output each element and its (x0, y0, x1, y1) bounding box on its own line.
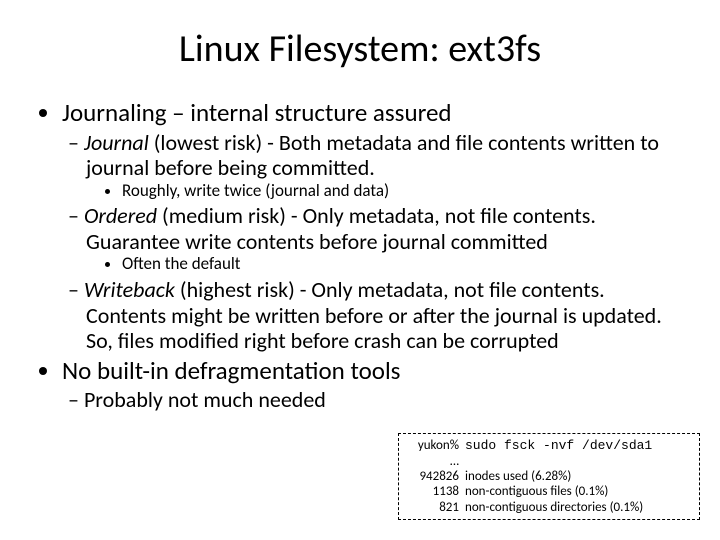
sub-defrag-note: Probably not much needed (86, 387, 686, 413)
sub-sub-list: Roughly, write twice (journal and data) (86, 181, 686, 202)
bullet-text: No built-in defragmentation tools (62, 355, 400, 386)
sub-writeback: Writeback (highest risk) - Only metadata… (86, 277, 686, 354)
terminal-line: 942826 inodes used (6.28%) (405, 469, 693, 484)
term-journal: Journal (84, 129, 149, 156)
count: 942826 (405, 469, 465, 484)
ordered-note: Often the default (122, 254, 686, 275)
ellipsis: … (405, 454, 465, 469)
terminal-line: yukon% sudo fsck -nvf /dev/sda1 (405, 438, 693, 453)
count-label: non-contiguous files (0.1%) (465, 484, 693, 499)
journal-note: Roughly, write twice (journal and data) (122, 181, 686, 202)
slide: Linux Filesystem: ext3fs Journaling – in… (0, 0, 720, 540)
term-ordered: Ordered (84, 202, 157, 229)
terminal-line: 821 non-contiguous directories (0.1%) (405, 500, 693, 515)
prompt: yukon% (405, 438, 465, 453)
count: 821 (405, 500, 465, 515)
count-label: non-contiguous directories (0.1%) (465, 500, 693, 515)
bullet-journaling: Journaling – internal structure assured … (62, 98, 686, 354)
sub-list: Journal (lowest risk) - Both metadata an… (62, 130, 686, 354)
bullet-list: Journaling – internal structure assured … (34, 98, 686, 413)
sub-journal: Journal (lowest risk) - Both metadata an… (86, 130, 686, 202)
bullet-text: Journaling – internal structure assured (62, 97, 452, 128)
terminal-line: … (405, 454, 693, 469)
bullet-defrag: No built-in defragmentation tools Probab… (62, 356, 686, 413)
command: sudo fsck -nvf /dev/sda1 (465, 438, 693, 453)
sub-list: Probably not much needed (62, 387, 686, 413)
slide-title: Linux Filesystem: ext3fs (34, 26, 686, 72)
terminal-output-box: yukon% sudo fsck -nvf /dev/sda1 … 942826… (398, 433, 700, 520)
ordered-desc: (medium risk) - Only metadata, not file … (86, 202, 596, 255)
sub-sub-list: Often the default (86, 254, 686, 275)
sub-ordered: Ordered (medium risk) - Only metadata, n… (86, 203, 686, 275)
count-label: inodes used (6.28%) (465, 469, 693, 484)
terminal-line: 1138 non-contiguous files (0.1%) (405, 484, 693, 499)
journal-desc: (lowest risk) - Both metadata and file c… (86, 129, 659, 182)
count: 1138 (405, 484, 465, 499)
term-writeback: Writeback (84, 276, 175, 303)
